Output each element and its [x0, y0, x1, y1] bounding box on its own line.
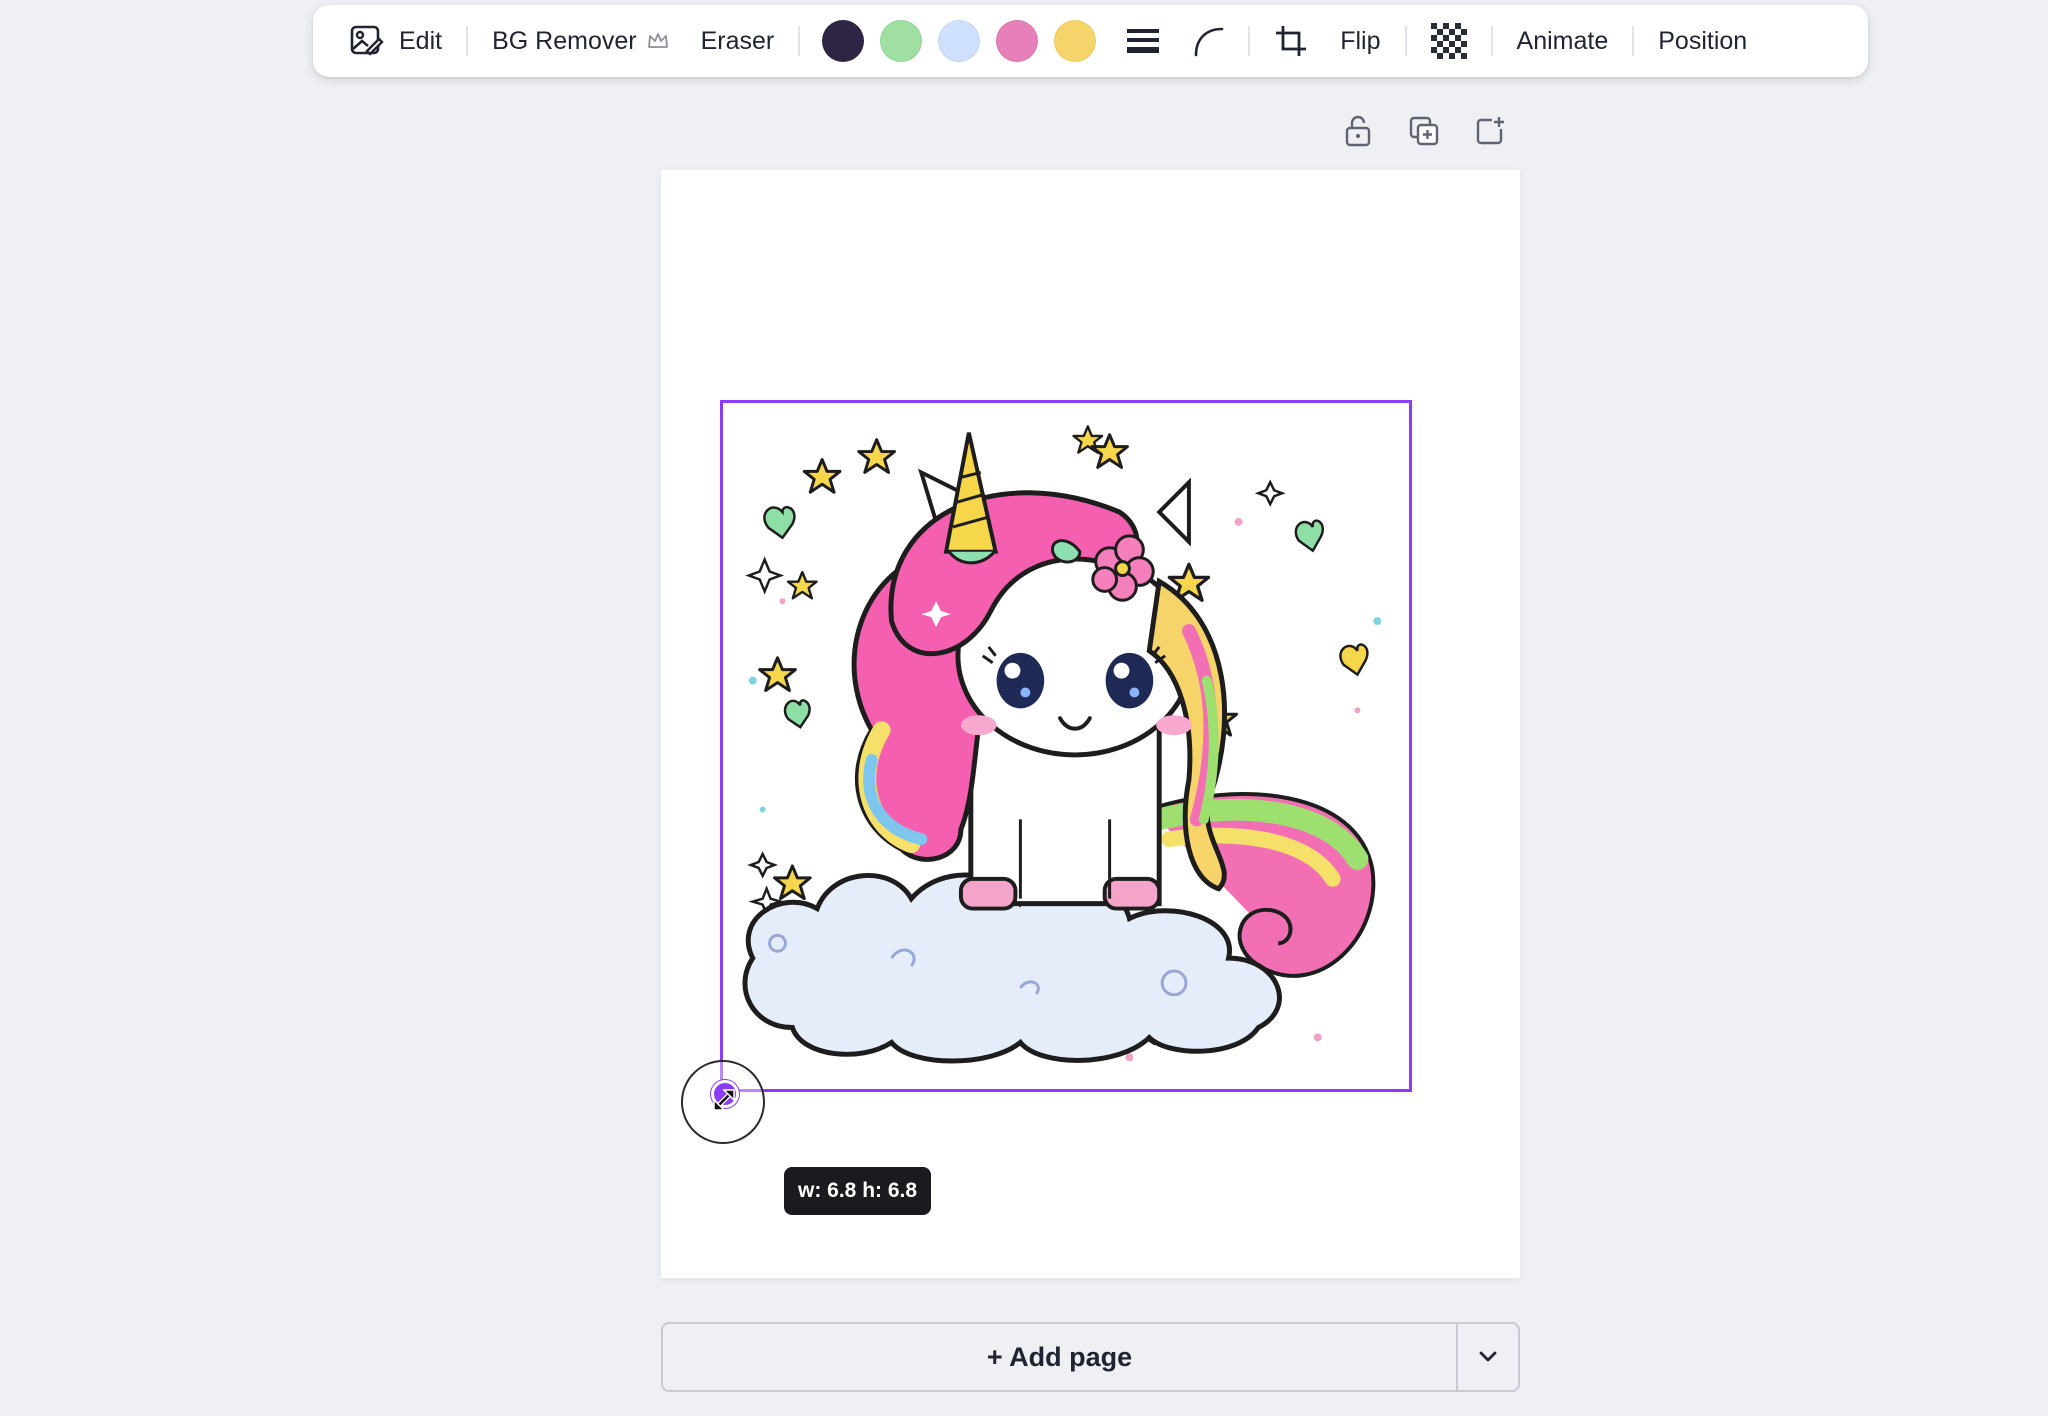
color-swatches: [808, 20, 1110, 62]
crop-icon: [1276, 26, 1307, 56]
toolbar-divider: [1404, 26, 1407, 56]
border-style-button[interactable]: [1110, 13, 1176, 69]
add-page-options-button[interactable]: [1456, 1324, 1518, 1390]
chevron-down-icon: [1479, 1351, 1497, 1362]
add-page-top-button[interactable]: [1472, 113, 1508, 149]
diagonal-resize-cursor-icon: [713, 1089, 735, 1111]
image-edit-icon: [350, 25, 384, 56]
crop-button[interactable]: [1258, 13, 1324, 69]
duplicate-page-button[interactable]: [1406, 113, 1442, 149]
corner-radius-icon: [1194, 27, 1224, 57]
corner-rounding-button[interactable]: [1176, 13, 1240, 69]
lock-page-button[interactable]: [1340, 113, 1376, 149]
crown-icon: [647, 33, 668, 48]
size-tooltip: w: 6.8 h: 6.8: [784, 1167, 932, 1215]
animate-button[interactable]: Animate: [1501, 13, 1625, 69]
bg-remover-label: BG Remover: [492, 26, 637, 55]
color-swatch-4[interactable]: [996, 20, 1039, 62]
animate-label: Animate: [1516, 26, 1609, 55]
color-swatch-5[interactable]: [1054, 20, 1097, 62]
flip-button[interactable]: Flip: [1324, 13, 1396, 69]
transparency-icon: [1430, 23, 1467, 59]
duplicate-icon: [1409, 116, 1439, 146]
toolbar-divider: [1490, 26, 1493, 56]
edit-label: Edit: [399, 26, 443, 55]
color-swatch-2[interactable]: [880, 20, 923, 62]
add-page-button[interactable]: + Add page: [663, 1324, 1456, 1390]
image-toolbar: Edit BG Remover Eraser Flip Animate Posi…: [313, 5, 1868, 77]
page-actions: [1340, 113, 1508, 149]
unicorn-illustration: [742, 425, 1382, 1064]
bg-remover-button[interactable]: BG Remover: [476, 13, 684, 69]
toolbar-divider: [798, 26, 801, 56]
color-swatch-1[interactable]: [822, 20, 865, 62]
toolbar-divider: [1248, 26, 1251, 56]
selected-image[interactable]: [720, 400, 1412, 1092]
lock-icon: [1345, 115, 1371, 147]
position-button[interactable]: Position: [1642, 13, 1763, 69]
flip-label: Flip: [1340, 26, 1381, 55]
border-lines-icon: [1127, 29, 1160, 53]
design-page[interactable]: w: 6.8 h: 6.8: [661, 170, 1520, 1278]
toolbar-divider: [1632, 26, 1635, 56]
toolbar-divider: [466, 26, 469, 56]
edit-button[interactable]: Edit: [333, 13, 458, 69]
eraser-label: Eraser: [700, 26, 775, 55]
position-label: Position: [1658, 26, 1748, 55]
eraser-button[interactable]: Eraser: [685, 13, 791, 69]
add-page-bar: + Add page: [661, 1322, 1520, 1392]
transparency-button[interactable]: [1415, 13, 1483, 69]
color-swatch-3[interactable]: [938, 20, 981, 62]
add-page-icon: [1476, 117, 1504, 145]
